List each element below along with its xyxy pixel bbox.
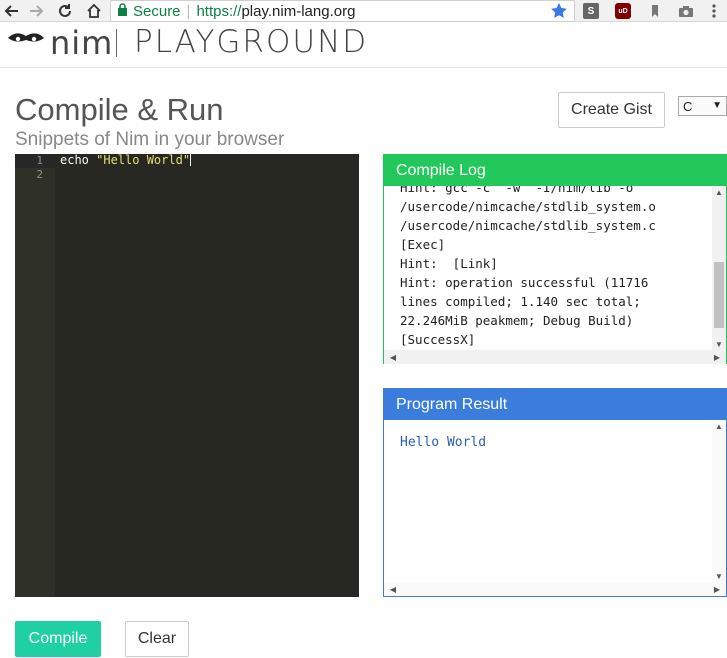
program-result-panel: Program Result Hello World ▲ ▼ ◀ ▶	[383, 388, 727, 597]
site-header: nim PLAYGROUND	[0, 22, 727, 68]
code-keyword: echo	[60, 153, 97, 167]
compile-log-panel: Compile Log Hint: gcc -c -w -I/nim/lib -…	[383, 154, 727, 364]
url-scheme: https://	[196, 2, 242, 20]
compile-log-vertical-scrollbar[interactable]: ▲ ▼	[712, 186, 726, 350]
log-line: [SuccessX]	[400, 332, 476, 347]
nim-crown-logo-icon[interactable]	[6, 30, 46, 53]
s-extension-label: S	[587, 5, 595, 17]
result-vertical-scrollbar[interactable]: ▲ ▼	[712, 420, 726, 582]
text-cursor	[190, 153, 192, 166]
scroll-up-icon[interactable]: ▲	[712, 186, 726, 198]
scroll-right-icon[interactable]: ▶	[710, 351, 724, 363]
browser-toolbar: Secure | https://play.nim-lang.org S uD	[0, 0, 727, 22]
bookmark-extension-icon[interactable]	[647, 3, 663, 19]
scroll-right-icon[interactable]: ▶	[710, 583, 724, 595]
back-icon[interactable]	[2, 1, 22, 21]
scroll-down-icon[interactable]: ▼	[712, 338, 726, 350]
reload-icon[interactable]	[55, 1, 75, 21]
menu-icon[interactable]	[706, 3, 722, 19]
clear-button[interactable]: Clear	[125, 621, 189, 657]
compile-log-horizontal-scrollbar[interactable]: ◀ ▶	[384, 350, 726, 364]
ublock-label: uD	[618, 7, 628, 15]
camera-icon[interactable]	[678, 3, 694, 19]
nim-logo-text[interactable]: nim	[50, 24, 113, 62]
lock-icon	[117, 2, 128, 20]
editor-gutter: 1 2	[15, 154, 55, 597]
scroll-left-icon[interactable]: ◀	[386, 351, 400, 363]
compile-button[interactable]: Compile	[15, 621, 101, 657]
scroll-left-icon[interactable]: ◀	[386, 583, 400, 595]
logo-divider	[116, 29, 117, 57]
language-value: C	[683, 98, 693, 114]
log-line: lines compiled; 1.140 sec total;	[400, 294, 641, 309]
language-select[interactable]: C ▼	[678, 96, 727, 116]
code-line[interactable]: echo "Hello World"	[60, 153, 192, 167]
log-line: Hint: operation successful (11716	[400, 275, 649, 290]
log-line: Hint: [Link]	[400, 256, 498, 271]
dropdown-arrow-icon: ▼	[712, 100, 722, 111]
ublock-icon[interactable]: uD	[615, 3, 631, 19]
scroll-down-icon[interactable]: ▼	[712, 570, 726, 582]
home-icon[interactable]	[84, 1, 104, 21]
url-host: play.nim-lang.org	[241, 2, 356, 20]
scroll-up-icon[interactable]: ▲	[712, 420, 726, 432]
log-line: Hint: gcc -c -w -I/nim/lib -o	[400, 186, 634, 195]
playground-title: PLAYGROUND	[134, 24, 369, 60]
line-number: 1	[36, 154, 43, 167]
log-line: /usercode/nimcache/stdlib_system.o	[400, 199, 656, 214]
program-result-title: Program Result	[384, 389, 726, 420]
scrollbar-thumb[interactable]	[714, 262, 724, 328]
compile-log-title: Compile Log	[384, 155, 726, 186]
log-line: [Exec]	[400, 237, 446, 252]
page-title: Compile & Run	[15, 92, 224, 127]
program-result-output[interactable]: Hello World	[400, 435, 486, 450]
secure-label: Secure	[133, 2, 181, 20]
log-line: 22.246MiB peakmem; Debug Build)	[400, 313, 634, 328]
address-bar[interactable]: Secure | https://play.nim-lang.org	[110, 0, 575, 22]
code-editor[interactable]: 1 2 echo "Hello World"	[15, 153, 359, 597]
compile-log-output[interactable]: Hint: gcc -c -w -I/nim/lib -o /usercode/…	[384, 186, 712, 350]
code-string: "Hello World"	[96, 153, 191, 167]
line-number: 2	[36, 168, 43, 181]
page-subtitle: Snippets of Nim in your browser	[15, 129, 285, 150]
log-line: /usercode/nimcache/stdlib_system.c	[400, 218, 656, 233]
bookmark-star-icon[interactable]	[550, 2, 568, 24]
result-horizontal-scrollbar[interactable]: ◀ ▶	[384, 582, 726, 596]
s-extension-icon[interactable]: S	[583, 3, 599, 19]
url-separator: |	[186, 2, 191, 20]
forward-icon[interactable]	[26, 1, 46, 21]
create-gist-button[interactable]: Create Gist	[558, 92, 665, 128]
